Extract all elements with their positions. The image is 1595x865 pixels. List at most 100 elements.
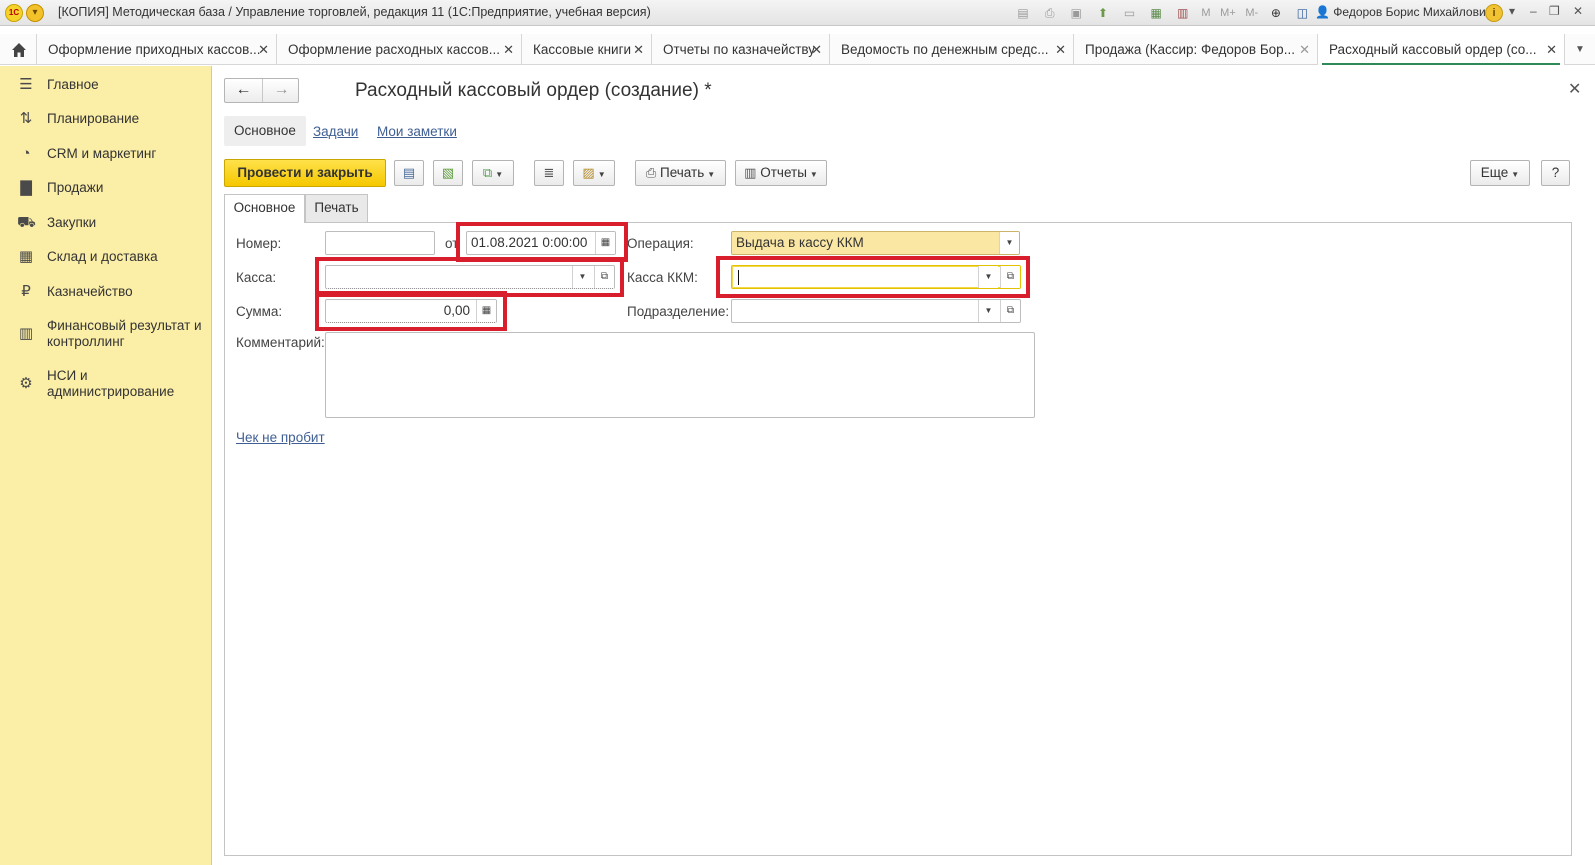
receipt-not-printed-link[interactable]: Чек не пробит	[236, 430, 325, 445]
nav-tasks-link[interactable]: Задачи	[313, 124, 358, 139]
tab-label: Расходный кассовый ордер (со...	[1329, 42, 1537, 57]
post-and-close-button[interactable]: Провести и закрыть	[224, 159, 386, 187]
close-icon[interactable]: ✕	[258, 34, 269, 65]
memory-button[interactable]: M	[1201, 5, 1210, 21]
close-icon[interactable]: ✕	[633, 34, 644, 65]
sidebar-item-label: Закупки	[47, 215, 97, 230]
nav-main[interactable]: Основное	[224, 116, 306, 146]
info-icon[interactable]: i	[1485, 4, 1503, 22]
ruble-icon: ₽	[21, 283, 31, 300]
upload-icon[interactable]: ⬆	[1095, 5, 1111, 21]
print-button[interactable]: ⎙ Печать ▼	[635, 160, 726, 186]
home-icon	[12, 43, 26, 57]
reports-button-label: Отчеты	[760, 165, 807, 180]
tab-sale[interactable]: Продажа (Кассир: Федоров Бор... ✕	[1074, 34, 1318, 65]
operation-select[interactable]: Выдача в кассу ККМ ▼	[731, 231, 1020, 255]
forward-arrow-icon[interactable]: →	[263, 81, 300, 99]
tab-label: Ведомость по денежным средс...	[841, 42, 1049, 57]
current-user[interactable]: 👤 Федоров Борис Михайлович	[1315, 5, 1492, 19]
restore-icon[interactable]: ❐	[1549, 4, 1560, 18]
save-button[interactable]: ▤	[394, 160, 424, 186]
comment-textarea[interactable]	[325, 332, 1035, 418]
tabs-dropdown-icon[interactable]: ▼	[1565, 34, 1595, 65]
chevron-down-icon: ▼	[809, 170, 818, 179]
comment-label: Комментарий:	[236, 335, 325, 350]
gear-icon: ⚙	[19, 375, 33, 392]
sidebar: ☰ Главное ⇅ Планирование ◔ CRM и маркети…	[0, 66, 212, 865]
nav-notes-link[interactable]: Мои заметки	[377, 124, 457, 139]
help-button[interactable]: ?	[1541, 160, 1570, 186]
tab-treasury-reports[interactable]: Отчеты по казначейству ✕	[652, 34, 830, 65]
chevron-down-icon[interactable]: ▾	[1509, 4, 1515, 18]
sidebar-item-label: НСИ и администрирование	[47, 368, 175, 399]
tab-label: Оформление расходных кассов...	[288, 42, 500, 57]
tab-label: Отчеты по казначейству	[663, 42, 816, 57]
main-menu-icon[interactable]: ▾	[26, 4, 44, 22]
1c-logo-icon: 1С	[5, 4, 23, 22]
sum-label: Сумма:	[236, 304, 283, 319]
zoom-icon[interactable]: ⊕	[1268, 5, 1284, 21]
preview-icon[interactable]: ▣	[1068, 5, 1084, 21]
list-icon: ≣	[543, 165, 555, 180]
chevron-down-icon: ▼	[495, 170, 504, 179]
close-icon[interactable]: ✕	[1568, 79, 1581, 99]
post-button[interactable]: ▧	[433, 160, 463, 186]
tab-print[interactable]: Печать	[305, 194, 368, 222]
save-icon[interactable]: ▤	[1015, 5, 1031, 21]
doc-icon[interactable]: ▭	[1122, 5, 1138, 21]
tab-cash-statement[interactable]: Ведомость по денежным средс... ✕	[830, 34, 1074, 65]
number-input[interactable]	[325, 231, 435, 255]
create-based-icon: ⧉	[482, 165, 493, 180]
chevron-down-icon[interactable]: ▼	[978, 300, 998, 322]
kkm-label: Касса ККМ:	[627, 270, 698, 285]
user-name: Федоров Борис Михайлович	[1333, 5, 1492, 19]
operation-value: Выдача в кассу ККМ	[736, 235, 864, 250]
user-icon: 👤	[1315, 5, 1330, 19]
print-icon[interactable]: ⎙	[1042, 5, 1058, 21]
crm-icon: ◔	[21, 145, 31, 162]
more-button[interactable]: Еще ▼	[1470, 160, 1530, 186]
calendar-icon[interactable]: ▥	[1175, 5, 1191, 21]
tab-expense-orders[interactable]: Оформление расходных кассов... ✕	[277, 34, 522, 65]
calculator-icon[interactable]: ▦	[1148, 5, 1164, 21]
memory-minus-button[interactable]: M-	[1245, 5, 1258, 21]
tab-cash-books[interactable]: Кассовые книги ✕	[522, 34, 652, 65]
more-button-label: Еще	[1480, 165, 1509, 180]
sidebar-item-label: Планирование	[47, 111, 140, 126]
create-based-on-button[interactable]: ⧉ ▼	[472, 160, 514, 186]
sidebar-item-label: Казначейство	[47, 284, 133, 299]
highlight-date	[456, 222, 628, 262]
department-select[interactable]: ▼ ⧉	[731, 299, 1021, 323]
reports-button[interactable]: ▥ Отчеты ▼	[735, 160, 827, 186]
tab-income-orders[interactable]: Оформление приходных кассов... ✕	[37, 34, 277, 65]
home-button[interactable]	[0, 34, 37, 65]
close-icon[interactable]: ✕	[503, 34, 514, 65]
tab-label: Продажа (Кассир: Федоров Бор...	[1085, 42, 1295, 57]
close-icon[interactable]: ✕	[811, 34, 822, 65]
history-nav: ← →	[224, 78, 299, 103]
sidebar-item-label: Продажи	[47, 180, 104, 195]
operation-label: Операция:	[627, 236, 694, 251]
sidebar-item-label: Склад и доставка	[47, 249, 158, 264]
journal-button[interactable]: ≣	[534, 160, 564, 186]
chevron-down-icon[interactable]: ▼	[999, 232, 1019, 254]
close-icon[interactable]: ✕	[1299, 34, 1310, 65]
tab-expense-order-create[interactable]: Расходный кассовый ордер (со... ✕	[1318, 34, 1565, 65]
close-icon[interactable]: ✕	[1055, 34, 1066, 65]
number-label: Номер:	[236, 236, 282, 251]
warehouse-icon: ▦	[18, 248, 34, 265]
memory-plus-button[interactable]: M+	[1220, 5, 1236, 21]
window-title: [КОПИЯ] Методическая база / Управление т…	[58, 5, 651, 19]
minimize-icon[interactable]: –	[1530, 4, 1537, 18]
close-icon[interactable]: ✕	[1546, 34, 1557, 65]
panels-icon[interactable]: ◫	[1294, 5, 1310, 21]
tab-label: Кассовые книги	[533, 42, 632, 57]
chart-icon: ▥	[18, 325, 34, 342]
close-window-icon[interactable]: ✕	[1573, 4, 1583, 18]
back-arrow-icon[interactable]: ←	[225, 81, 262, 99]
open-icon[interactable]: ⧉	[1000, 300, 1020, 322]
department-label: Подразделение:	[627, 304, 730, 319]
related-docs-button[interactable]: ▨ ▼	[573, 160, 615, 186]
print-button-label: Печать	[660, 165, 705, 180]
tab-main[interactable]: Основное	[224, 194, 305, 223]
